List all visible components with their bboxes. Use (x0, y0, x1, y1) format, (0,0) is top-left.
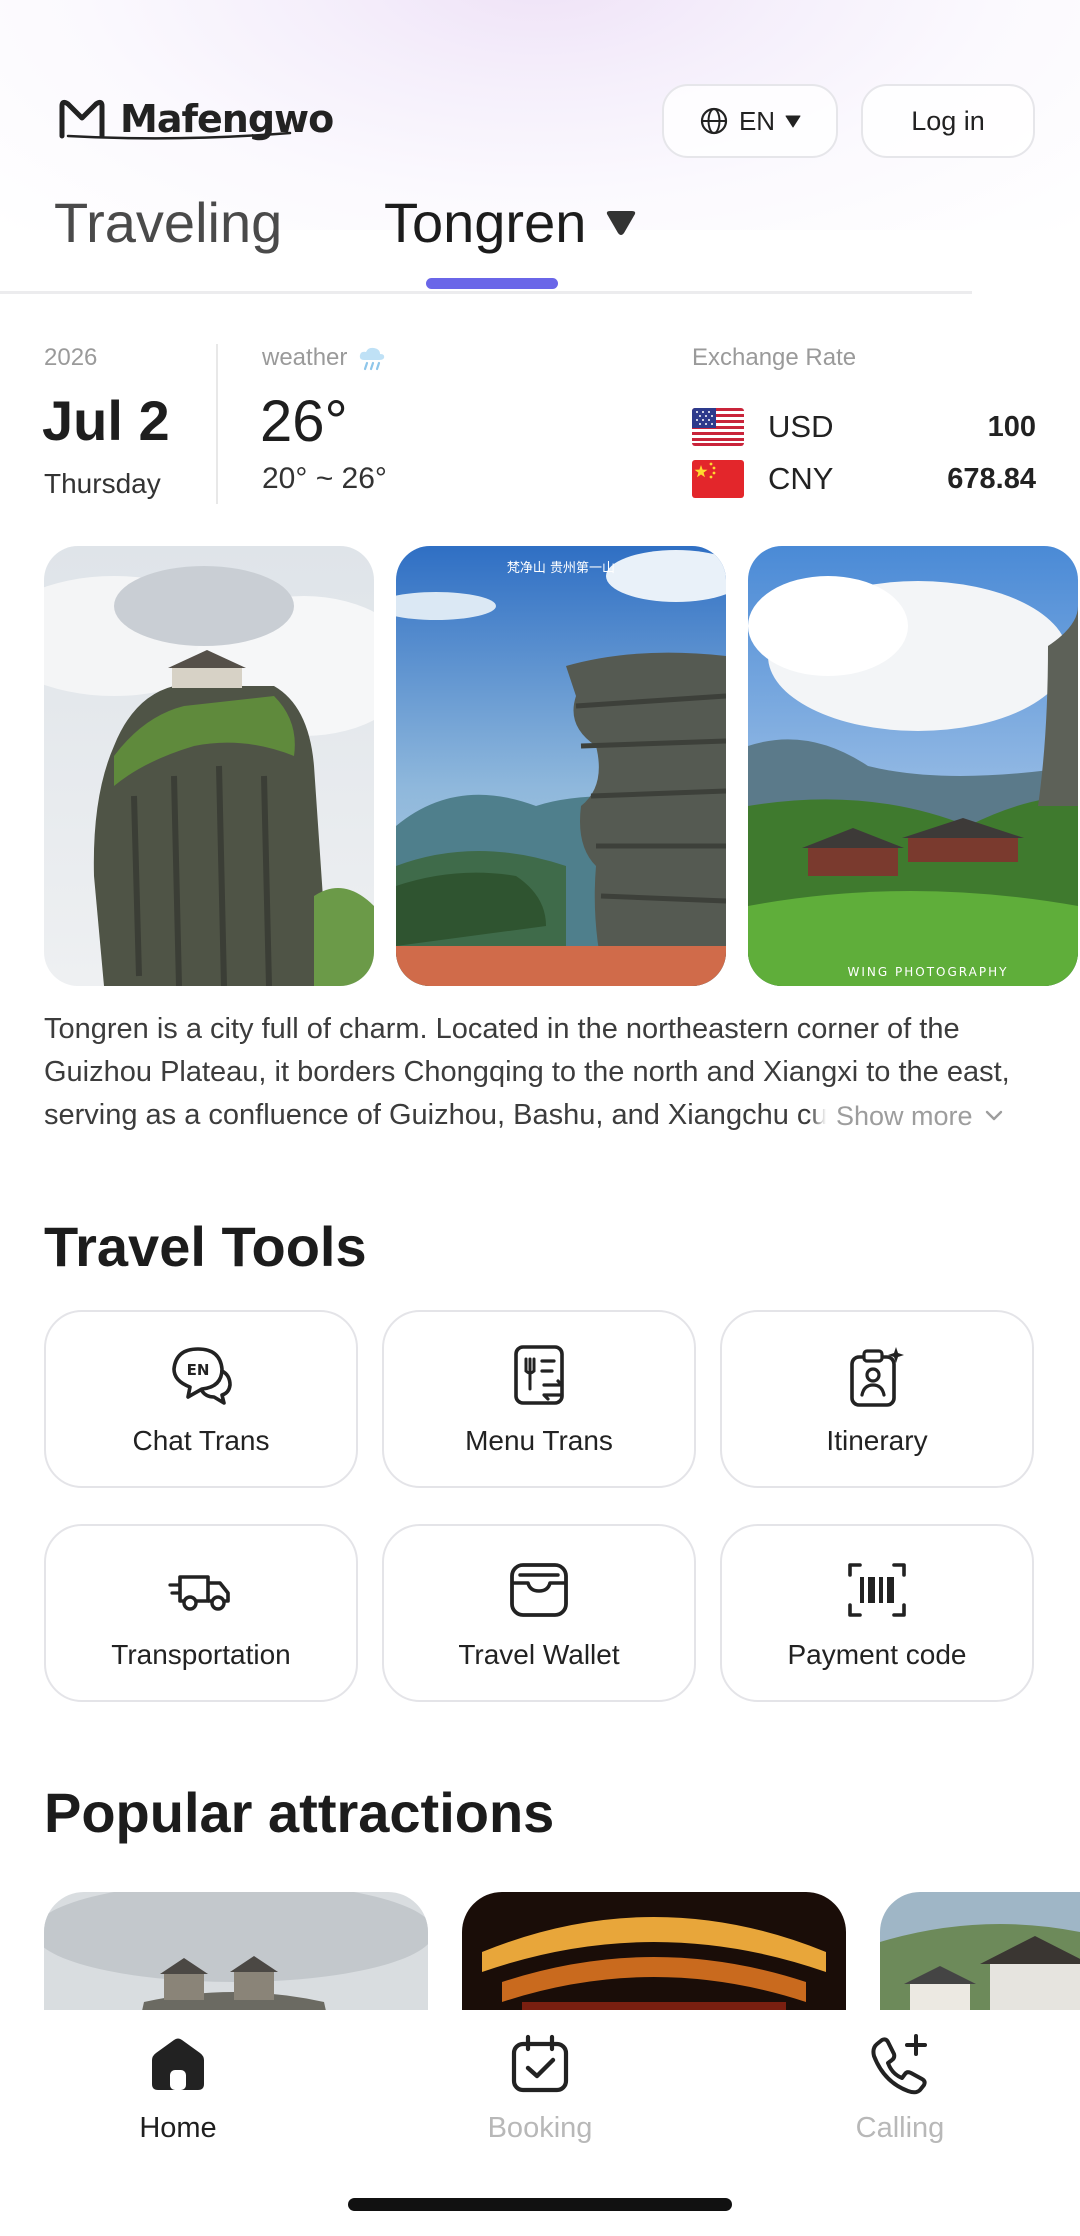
svg-text:EN: EN (187, 1361, 210, 1379)
attraction-card[interactable] (880, 1892, 1080, 2010)
date-year: 2026 (44, 344, 98, 371)
menu-translate-icon (514, 1345, 564, 1405)
currency-value: 100 (987, 410, 1036, 443)
tab-city-label: Tongren (384, 191, 587, 254)
language-selector[interactable]: EN (662, 84, 838, 158)
tool-travel-wallet[interactable]: Travel Wallet (382, 1524, 696, 1702)
nav-label: Calling (855, 2112, 945, 2144)
itinerary-icon (850, 1347, 904, 1407)
tool-label: Menu Trans (465, 1425, 613, 1456)
attraction-card[interactable] (44, 1892, 428, 2010)
tool-label: Travel Wallet (458, 1639, 620, 1670)
tool-label: Itinerary (826, 1425, 928, 1456)
logo-underline-icon (66, 131, 292, 140)
tool-label: Transportation (111, 1639, 291, 1670)
caret-down-icon (785, 115, 801, 128)
city-photo[interactable]: 梵净山 贵州第一山 (396, 546, 726, 986)
caret-down-icon (607, 210, 636, 235)
show-more-label: Show more (836, 1100, 973, 1131)
show-more-button[interactable]: Show more (810, 1094, 1050, 1138)
attractions-carousel[interactable] (44, 1892, 1080, 2010)
rain-cloud-icon (360, 347, 385, 371)
tool-menu-trans[interactable]: Menu Trans (382, 1310, 696, 1488)
barcode-icon (848, 1563, 906, 1617)
mountain-temple-image: WING PHOTOGRAPHY (748, 546, 1078, 986)
info-divider (216, 344, 218, 504)
login-button[interactable]: Log in (861, 84, 1035, 158)
exchange-rate-label: Exchange Rate (692, 344, 857, 371)
popular-attractions-title: Popular attractions (44, 1781, 555, 1844)
travel-tools-title: Travel Tools (44, 1215, 367, 1278)
weather-label: weather (262, 344, 348, 371)
globe-icon (700, 107, 728, 135)
language-label: EN (738, 105, 776, 136)
mountain-rock-image (44, 546, 374, 986)
tool-chat-trans[interactable]: EN Chat Trans (44, 1310, 358, 1488)
nav-booking[interactable]: Booking (440, 2032, 640, 2145)
mountain-cliff-image: 梵净山 贵州第一山 (396, 546, 726, 986)
photo-caption: 梵净山 贵州第一山 (507, 561, 615, 576)
nav-home[interactable]: Home (78, 2032, 278, 2145)
tab-bar: Traveling Tongren (0, 190, 972, 294)
exchange-row-usd: USD 100 (692, 406, 1036, 448)
currency-value: 678.84 (947, 462, 1036, 495)
city-photo-carousel[interactable]: 梵净山 贵州第一山 WING PHOTOGRAPHY (44, 546, 1080, 986)
tab-traveling[interactable]: Traveling (54, 190, 282, 255)
attraction-mountain-image (44, 1892, 428, 2010)
exchange-row-cny: CNY 678.84 (692, 458, 1036, 500)
chat-translate-icon: EN (172, 1347, 232, 1405)
cn-flag-icon (692, 460, 744, 498)
chevron-down-icon (985, 1110, 1002, 1121)
truck-icon (168, 1575, 230, 1611)
tool-transportation[interactable]: Transportation (44, 1524, 358, 1702)
wallet-icon (510, 1563, 568, 1617)
date-weekday: Thursday (44, 468, 161, 499)
tool-itinerary[interactable]: Itinerary (720, 1310, 1034, 1488)
nav-label: Booking (487, 2112, 593, 2144)
city-photo[interactable]: WING PHOTOGRAPHY (748, 546, 1078, 986)
date-month-day: Jul 2 (42, 389, 170, 452)
nav-calling[interactable]: Calling (800, 2032, 1000, 2145)
city-photo[interactable] (44, 546, 374, 986)
city-info-panel: 2026 Jul 2 Thursday weather 26° 20° ~ 26… (0, 338, 1080, 508)
active-tab-indicator (426, 278, 558, 289)
home-indicator (348, 2198, 732, 2211)
home-icon (152, 2038, 204, 2090)
us-flag-icon (692, 408, 744, 446)
app-header: Mafengwo EN Log in (0, 78, 1080, 158)
temperature-range: 20° ~ 26° (262, 462, 387, 495)
currency-code: CNY (768, 461, 834, 496)
nav-label: Home (139, 2112, 217, 2144)
photo-caption: WING PHOTOGRAPHY (848, 965, 1009, 979)
tool-label: Chat Trans (132, 1425, 270, 1456)
attraction-village-image (880, 1892, 1080, 2010)
weather-label-row: weather (262, 344, 387, 372)
attraction-card[interactable] (462, 1892, 846, 2010)
attraction-theater-image (462, 1892, 846, 2010)
tool-payment-code[interactable]: Payment code (720, 1524, 1034, 1702)
tool-label: Payment code (787, 1639, 967, 1670)
tab-city-selector[interactable]: Tongren (384, 190, 638, 255)
phone-plus-icon (871, 2034, 927, 2095)
current-temperature: 26° (260, 389, 348, 454)
calendar-check-icon (511, 2034, 569, 2093)
currency-code: USD (768, 409, 834, 444)
